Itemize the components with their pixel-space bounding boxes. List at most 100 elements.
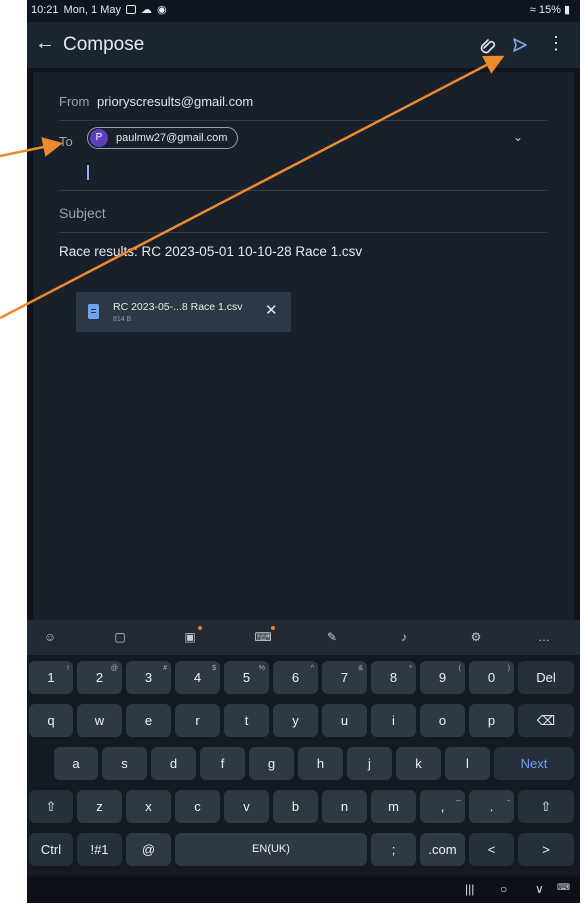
file-icon <box>88 304 99 319</box>
key-s[interactable]: s <box>102 747 147 780</box>
sticker-icon[interactable]: ▣ <box>181 626 202 646</box>
key-2[interactable]: 2 @ <box>77 661 122 694</box>
page-title: Compose <box>63 34 145 55</box>
sync-icon: ◉ <box>157 4 167 16</box>
key-g[interactable]: g <box>249 747 294 780</box>
from-address[interactable]: prioryscresults@gmail.com <box>97 94 253 109</box>
key-y[interactable]: y <box>273 704 318 737</box>
key-8[interactable]: 8 * <box>371 661 416 694</box>
recipient-chip[interactable]: P paulmw27@gmail.com <box>87 127 239 149</box>
status-date: Mon, 1 May <box>63 3 121 16</box>
next-key[interactable]: Next <box>494 747 574 780</box>
key-t[interactable]: t <box>224 704 269 737</box>
backspace-icon[interactable]: ⌫ <box>518 704 574 737</box>
compose-form: From prioryscresults@gmail.com To P paul… <box>33 72 574 620</box>
subject-field[interactable]: Subject <box>59 205 106 221</box>
key-comma[interactable]: , – <box>420 790 465 823</box>
key-u[interactable]: u <box>322 704 367 737</box>
keyboard-toolbar: ☺ ▢ ▣ ⌨ ✎ ♪ ⚙ … <box>27 620 580 655</box>
send-icon[interactable] <box>512 37 528 53</box>
system-nav-bar: ||| ○ ∨ ⌨ <box>27 877 580 903</box>
key-x[interactable]: x <box>126 790 171 823</box>
handwriting-icon[interactable]: ✎ <box>323 628 341 646</box>
clipboard-icon[interactable]: ▢ <box>111 628 129 646</box>
key-1[interactable]: 1! <box>29 661 73 694</box>
text-cursor[interactable] <box>87 165 89 180</box>
key-h[interactable]: h <box>298 747 343 780</box>
avatar: P <box>90 129 108 147</box>
home-icon[interactable]: ○ <box>500 882 507 896</box>
key-4[interactable]: 4 $ <box>175 661 220 694</box>
key-i[interactable]: i <box>371 704 416 737</box>
keyboard-mode-icon[interactable]: ⌨ <box>254 626 275 646</box>
on-screen-keyboard: 1! 2 @ 3 # 4 $ 5% 6 ^ 7 & 8 * 9( 0) Del q w e … <box>27 655 580 875</box>
email-body[interactable]: Race results: RC 2023-05-01 10-10-28 Rac… <box>59 244 362 259</box>
key-w[interactable]: w <box>77 704 122 737</box>
key-z[interactable]: z <box>77 790 122 823</box>
cursor-left-key[interactable]: < <box>469 833 514 866</box>
image-notification-icon <box>126 5 136 14</box>
key-m[interactable]: m <box>371 790 416 823</box>
key-9[interactable]: 9( <box>420 661 465 694</box>
cursor-right-key[interactable]: > <box>518 833 574 866</box>
key-e[interactable]: e <box>126 704 171 737</box>
battery-icon: ▮ <box>563 4 570 16</box>
key-j[interactable]: j <box>347 747 392 780</box>
key-semicolon[interactable]: ; <box>371 833 416 866</box>
to-label: To <box>59 134 73 149</box>
status-bar: 10:21 Mon, 1 May ☁ ◉ ≈ 15% ▮ <box>27 0 580 22</box>
symbols-key[interactable]: !#1 <box>77 833 122 866</box>
key-n[interactable]: n <box>322 790 367 823</box>
microphone-icon[interactable]: ♪ <box>395 628 413 646</box>
tablet-screen: 10:21 Mon, 1 May ☁ ◉ ≈ 15% ▮ ← Compose ⋮… <box>27 0 580 903</box>
attachment-name: RC 2023-05-...8 Race 1.csv <box>113 301 243 313</box>
key-7[interactable]: 7 & <box>322 661 367 694</box>
key-q[interactable]: q <box>29 704 73 737</box>
key-6[interactable]: 6 ^ <box>273 661 318 694</box>
settings-gear-icon[interactable]: ⚙ <box>467 628 485 646</box>
key-p[interactable]: p <box>469 704 514 737</box>
arrow-back-icon[interactable]: ← <box>33 32 57 55</box>
key-0[interactable]: 0) <box>469 661 514 694</box>
key-k[interactable]: k <box>396 747 441 780</box>
recipient-email: paulmw27@gmail.com <box>116 132 228 144</box>
emoji-icon[interactable]: ☺ <box>41 628 59 646</box>
key-l[interactable]: l <box>445 747 490 780</box>
cloud-icon: ☁ <box>141 4 152 16</box>
key-b[interactable]: b <box>273 790 318 823</box>
back-chevron-icon[interactable]: ∨ <box>535 882 544 896</box>
ctrl-key[interactable]: Ctrl <box>29 833 73 866</box>
status-time: 10:21 <box>31 3 59 16</box>
key-r[interactable]: r <box>175 704 220 737</box>
space-bar[interactable]: EN(UK) <box>175 833 367 866</box>
key-o[interactable]: o <box>420 704 465 737</box>
key-3[interactable]: 3 # <box>126 661 171 694</box>
divider <box>59 120 547 121</box>
key-v[interactable]: v <box>224 790 269 823</box>
more-vert-icon[interactable]: ⋮ <box>547 33 565 54</box>
from-label: From <box>59 94 90 109</box>
key-a[interactable]: a <box>54 747 98 780</box>
key-5[interactable]: 5% <box>224 661 269 694</box>
wifi-icon: ≈ <box>529 4 536 16</box>
app-bar: ← Compose ⋮ <box>27 22 580 68</box>
key-c[interactable]: c <box>175 790 220 823</box>
recents-icon[interactable]: ||| <box>465 882 474 896</box>
dot-com-key[interactable]: .com <box>420 833 465 866</box>
shift-right-icon[interactable]: ⇧ <box>518 790 574 823</box>
chevron-down-icon[interactable]: ⌄ <box>513 130 523 144</box>
divider <box>59 190 547 191</box>
keyboard-switch-icon[interactable]: ⌨ <box>557 882 570 893</box>
shift-left-icon[interactable]: ⇧ <box>29 790 73 823</box>
key-at[interactable]: @ <box>126 833 171 866</box>
close-icon[interactable]: ✕ <box>265 301 278 319</box>
attachment-size: 814 B <box>113 316 132 323</box>
battery-level: 15% <box>538 4 561 16</box>
key-d[interactable]: d <box>151 747 196 780</box>
attachment-chip[interactable]: RC 2023-05-...8 Race 1.csv 814 B ✕ <box>76 292 291 332</box>
key-f[interactable]: f <box>200 747 245 780</box>
key-period[interactable]: .- <box>469 790 514 823</box>
delete-key[interactable]: Del <box>518 661 574 694</box>
more-horiz-icon[interactable]: … <box>535 628 553 646</box>
paperclip-icon[interactable] <box>479 36 499 56</box>
